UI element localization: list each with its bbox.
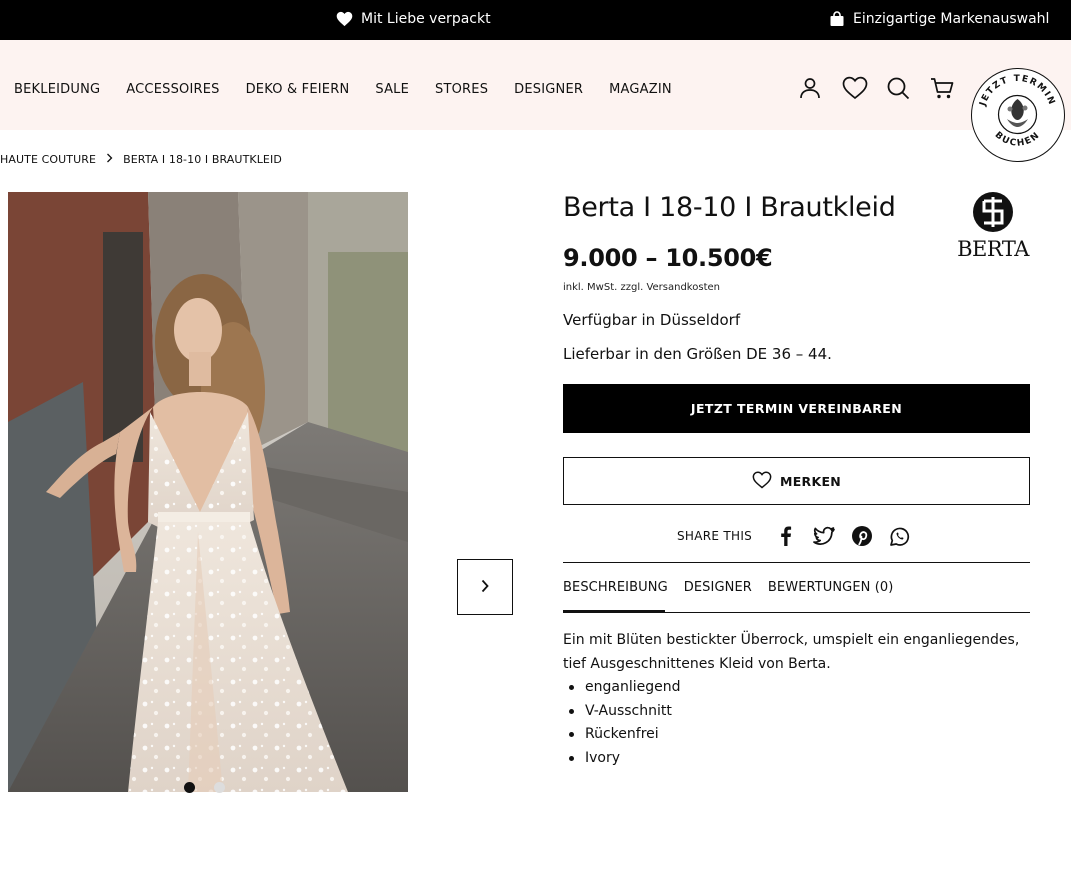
breadcrumb: HAUTE COUTURE BERTA I 18-10 I BRAUTKLEID [0, 153, 282, 166]
chevron-right-icon [106, 153, 113, 166]
main-navigation: BEKLEIDUNG ACCESSOIRES DEKO & FEIERN SAL… [0, 40, 1071, 130]
tab-bewertungen[interactable]: BEWERTUNGEN (0) [768, 580, 894, 595]
tab-beschreibung[interactable]: BESCHREIBUNG [563, 580, 668, 595]
heart-icon [752, 470, 772, 492]
brand-name: BERTA [957, 237, 1029, 261]
nav-item-accessoires[interactable]: ACCESSOIRES [126, 82, 219, 97]
feature-item: Rückenfrei [563, 723, 1033, 747]
product-description: Ein mit Blüten bestickter Überrock, umsp… [563, 629, 1033, 770]
pinterest-icon[interactable] [850, 524, 874, 548]
appointment-badge[interactable]: JETZT TERMIN BUCHEN [971, 68, 1065, 162]
twitter-icon[interactable] [812, 524, 836, 548]
product-image[interactable] [8, 192, 408, 792]
share-row: SHARE THIS [677, 524, 912, 548]
gallery-pagination [184, 782, 225, 793]
availability-text: Verfügbar in Düsseldorf [563, 311, 741, 329]
gallery-dot-2[interactable] [214, 782, 225, 793]
nav-item-stores[interactable]: STORES [435, 82, 488, 97]
nav-item-sale[interactable]: SALE [375, 82, 409, 97]
brand-logo[interactable]: BERTA [955, 191, 1031, 261]
promo-right: Einzigartige Markenauswahl [829, 11, 1049, 27]
tax-note: inkl. MwSt. zzgl. Versandkosten [563, 282, 720, 293]
nav-icons [798, 76, 954, 100]
wishlist-button[interactable]: MERKEN [563, 457, 1030, 505]
book-appointment-button[interactable]: JETZT TERMIN VEREINBAREN [563, 384, 1030, 433]
gallery-next-button[interactable] [457, 559, 513, 615]
heart-icon [336, 11, 353, 27]
nav-item-bekleidung[interactable]: BEKLEIDUNG [14, 82, 100, 97]
product-title: Berta I 18-10 I Brautkleid [563, 192, 896, 223]
feature-item: V-Ausschnitt [563, 700, 1033, 724]
gallery-dot-1[interactable] [184, 782, 195, 793]
shopping-bag-icon [829, 11, 845, 27]
facebook-icon[interactable] [774, 524, 798, 548]
promo-right-text: Einzigartige Markenauswahl [853, 11, 1050, 27]
share-icons [774, 524, 912, 548]
sizes-text: Lieferbar in den Größen DE 36 – 44. [563, 345, 832, 363]
product-tabs: BESCHREIBUNG DESIGNER BEWERTUNGEN (0) [563, 580, 909, 595]
cart-icon[interactable] [930, 76, 954, 100]
tabs-divider-top [563, 562, 1030, 563]
nav-menu: BEKLEIDUNG ACCESSOIRES DEKO & FEIERN SAL… [14, 82, 698, 97]
user-icon[interactable] [798, 76, 822, 100]
feature-item: enganliegend [563, 676, 1033, 700]
breadcrumb-haute-couture[interactable]: HAUTE COUTURE [0, 153, 96, 166]
product-price: 9.000 – 10.500€ [563, 244, 773, 272]
promo-left: Mit Liebe verpackt [336, 11, 491, 27]
promo-bar: Mit Liebe verpackt Einzigartige Markenau… [0, 0, 1071, 40]
wishlist-icon[interactable] [842, 76, 868, 100]
wishlist-label: MERKEN [779, 473, 842, 489]
whatsapp-icon[interactable] [888, 524, 912, 548]
breadcrumb-current: BERTA I 18-10 I BRAUTKLEID [123, 153, 282, 166]
search-icon[interactable] [886, 76, 910, 100]
active-tab-indicator [563, 610, 665, 613]
nav-item-deko-feiern[interactable]: DEKO & FEIERN [246, 82, 350, 97]
nav-item-designer[interactable]: DESIGNER [514, 82, 583, 97]
nav-item-magazin[interactable]: MAGAZIN [609, 82, 672, 97]
description-text: Ein mit Blüten bestickter Überrock, umsp… [563, 632, 1020, 672]
chevron-right-icon [480, 578, 490, 597]
feature-item: Ivory [563, 747, 1033, 771]
tab-designer[interactable]: DESIGNER [684, 580, 752, 595]
feature-list: enganliegend V-Ausschnitt Rückenfrei Ivo… [563, 676, 1033, 770]
promo-left-text: Mit Liebe verpackt [361, 11, 491, 27]
share-label: SHARE THIS [677, 529, 753, 543]
